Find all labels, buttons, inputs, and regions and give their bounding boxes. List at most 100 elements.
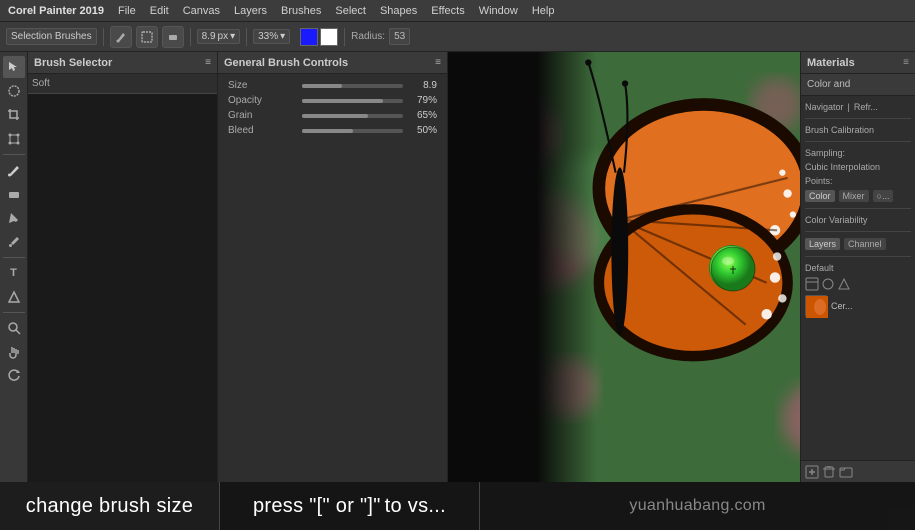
menu-window[interactable]: Window [473,3,524,19]
watermark-text: yuanhuabang.com [629,497,765,515]
color-and-header: Color and [801,74,915,96]
eraser-tool[interactable] [3,183,25,205]
materials-menu[interactable]: ≡ [903,57,909,68]
brush-list [28,94,217,98]
brush-tool[interactable] [3,159,25,181]
default-row: Default [805,261,911,275]
menu-select[interactable]: Select [329,3,372,19]
select-tool[interactable] [3,56,25,78]
menu-bar: Corel Painter 2019 File Edit Canvas Laye… [0,0,915,22]
points-row: Points: [805,174,911,188]
brush-cal-row[interactable]: Brush Calibration [805,123,911,137]
eyedropper-tool[interactable] [3,231,25,253]
materials-title: Materials [807,57,855,69]
layers-tabs: Layers Channel [805,236,911,252]
menu-file[interactable]: File [112,3,142,19]
color-tab[interactable]: Color [805,190,835,202]
grain-slider[interactable] [302,114,403,118]
menu-canvas[interactable]: Canvas [177,3,226,19]
opacity-slider[interactable] [302,99,403,103]
brush-controls-content: Size 8.9 Opacity 79% Grain 65% [218,74,447,142]
left-tool-panel: T [0,52,28,482]
zoom-tool[interactable] [3,317,25,339]
brush-preset-label: Soft [28,74,217,94]
separator-4 [344,28,345,46]
status-bar: change brush size press "[" or "]" to vs… [0,482,915,530]
panel-menu-icon[interactable]: ≡ [205,57,211,68]
layer-thumbnail-row: Cer... [805,293,911,319]
delete-layer-icon[interactable] [822,465,836,479]
materials-header: Materials ≡ [801,52,915,74]
menu-brushes[interactable]: Brushes [275,3,327,19]
rotate-tool[interactable] [3,365,25,387]
separator-1 [103,28,104,46]
tip-label: change brush size [26,495,193,518]
layer-icon-1[interactable] [805,277,819,291]
tip-shortcut: press "[" or "]" [253,495,381,518]
color-swatches [300,28,338,46]
tip-label-section: change brush size [0,482,220,530]
text-tool[interactable]: T [3,262,25,284]
radius-value: 53 [389,28,410,45]
select-tool-btn[interactable] [136,26,158,48]
color-variability-section: Color Variability [805,213,911,232]
channels-tab[interactable]: Channel [844,238,886,250]
right-panels: Materials ≡ Color and Navigator | Refr..… [800,52,915,482]
right-panel-bottom [801,460,915,482]
separator-2 [190,28,191,46]
canvas-paint-overlay [448,52,596,482]
brush-selector-header: Brush Selector ≡ [28,52,217,74]
add-layer-icon[interactable] [805,465,819,479]
zoom-arrow: ▾ [280,31,285,42]
dropdown-arrow: ▾ [230,31,235,42]
color-variability-row[interactable]: Color Variability [805,213,911,227]
tool-separator-1 [3,154,25,155]
group-layer-icon[interactable] [839,465,853,479]
tip-extra: to vs... [385,495,446,518]
crop-tool[interactable] [3,104,25,126]
right-panel-content: Navigator | Refr... Brush Calibration Sa… [801,96,915,460]
panel-header-controls: ≡ [205,57,211,68]
layers-section: Layers Channel [805,236,911,257]
layer-thumbnail[interactable] [805,295,827,317]
fill-tool[interactable] [3,207,25,229]
menu-help[interactable]: Help [526,3,561,19]
color-sets-tab[interactable]: ○... [873,190,894,202]
toolbar: Selection Brushes 8.9 px ▾ 33% ▾ Radius:… [0,22,915,52]
brush-size-unit: px [218,31,229,42]
radius-label: Radius: [351,31,385,42]
brush-controls-panel: General Brush Controls ≡ Size 8.9 Opacit… [218,52,448,482]
menu-effects[interactable]: Effects [425,3,470,19]
primary-color[interactable] [300,28,318,46]
brush-selector-panel: Brush Selector ≡ Soft [28,52,218,482]
layer-icon-2[interactable] [821,277,835,291]
navigator-row: Navigator | Refr... [805,100,911,114]
refine-label: Refr... [854,102,878,112]
lasso-tool[interactable] [3,80,25,102]
brush-tool-btn[interactable] [110,26,132,48]
layers-tab[interactable]: Layers [805,238,840,250]
control-bleed: Bleed 50% [222,123,443,138]
layer-icons-row [805,275,911,293]
transform-tool[interactable] [3,128,25,150]
mixer-tab[interactable]: Mixer [839,190,869,202]
brush-controls-icons: ≡ [435,57,441,68]
zoom-dropdown[interactable]: 33% ▾ [253,29,290,44]
brush-size-dropdown[interactable]: 8.9 px ▾ [197,29,241,44]
zoom-value: 33% [258,31,278,42]
size-slider[interactable] [302,84,403,88]
menu-layers[interactable]: Layers [228,3,273,19]
secondary-color[interactable] [320,28,338,46]
brush-selector-title: Brush Selector [34,57,112,69]
bleed-slider[interactable] [302,129,403,133]
control-grain: Grain 65% [222,108,443,123]
shape-tool[interactable] [3,286,25,308]
layer-icon-3[interactable] [837,277,851,291]
sampling-value-row: Cubic Interpolation [805,160,911,174]
erase-tool-btn[interactable] [162,26,184,48]
hand-tool[interactable] [3,341,25,363]
menu-shapes[interactable]: Shapes [374,3,423,19]
brush-controls-menu-icon[interactable]: ≡ [435,57,441,68]
canvas-area[interactable] [448,52,800,482]
menu-edit[interactable]: Edit [144,3,175,19]
